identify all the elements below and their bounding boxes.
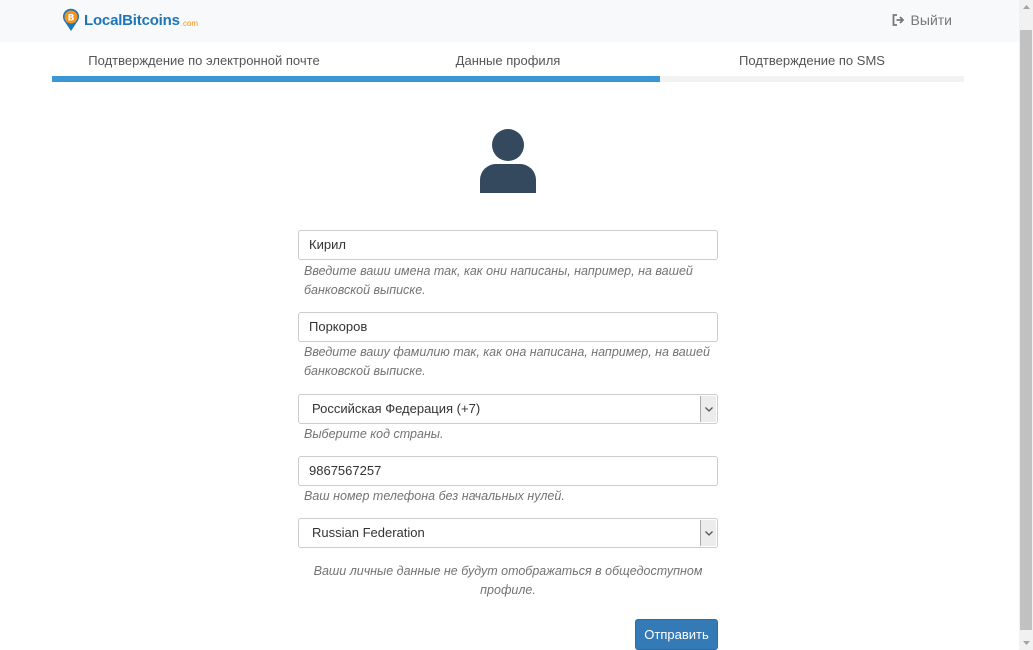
logout-link[interactable]: Выйти	[892, 12, 952, 28]
country-code-select[interactable]: Российская Федерация (+7)	[298, 394, 718, 424]
phone-input[interactable]: 9867567257	[298, 456, 718, 486]
site-logo[interactable]: B LocalBitcoins .com	[62, 8, 198, 32]
last-name-help: Введите вашу фамилию так, как она написа…	[304, 345, 710, 378]
progress-bar	[52, 76, 964, 82]
first-name-input[interactable]: Кирил	[298, 230, 718, 260]
scroll-down-arrow-icon[interactable]	[1019, 636, 1033, 650]
chevron-down-icon[interactable]	[700, 396, 716, 422]
sign-out-icon	[892, 14, 904, 26]
svg-text:B: B	[68, 14, 75, 24]
last-name-input[interactable]: Поркоров	[298, 312, 718, 342]
submit-button[interactable]: Отправить	[635, 619, 718, 650]
bitcoin-pin-icon: B	[63, 8, 79, 32]
country-selected: Russian Federation	[312, 525, 425, 540]
step-email-confirmation: Подтверждение по электронной почте	[88, 53, 320, 68]
scrollbar-thumb[interactable]	[1020, 30, 1032, 630]
scroll-up-arrow-icon[interactable]	[1019, 0, 1033, 14]
page-scrollbar[interactable]	[1019, 0, 1033, 650]
user-icon	[480, 129, 536, 193]
privacy-note: Ваши личные данные не будут отображаться…	[313, 564, 703, 597]
country-select[interactable]: Russian Federation	[298, 518, 718, 548]
logo-suffix: .com	[180, 18, 199, 28]
phone-help: Ваш номер телефона без начальных нулей.	[304, 489, 565, 503]
logout-label: Выйти	[910, 12, 952, 28]
step-sms-confirmation: Подтверждение по SMS	[739, 53, 885, 68]
logo-text: LocalBitcoins	[84, 11, 180, 29]
step-profile-data: Данные профиля	[455, 53, 561, 68]
signup-steps: Подтверждение по электронной почте Данны…	[52, 42, 964, 83]
top-navbar: B LocalBitcoins .com Выйти	[0, 0, 1019, 42]
country-code-selected: Российская Федерация (+7)	[312, 401, 481, 416]
progress-bar-fill	[52, 76, 661, 82]
chevron-down-icon[interactable]	[700, 520, 716, 546]
first-name-help: Введите ваши имена так, как они написаны…	[304, 264, 693, 297]
country-code-help: Выберите код страны.	[304, 427, 444, 441]
